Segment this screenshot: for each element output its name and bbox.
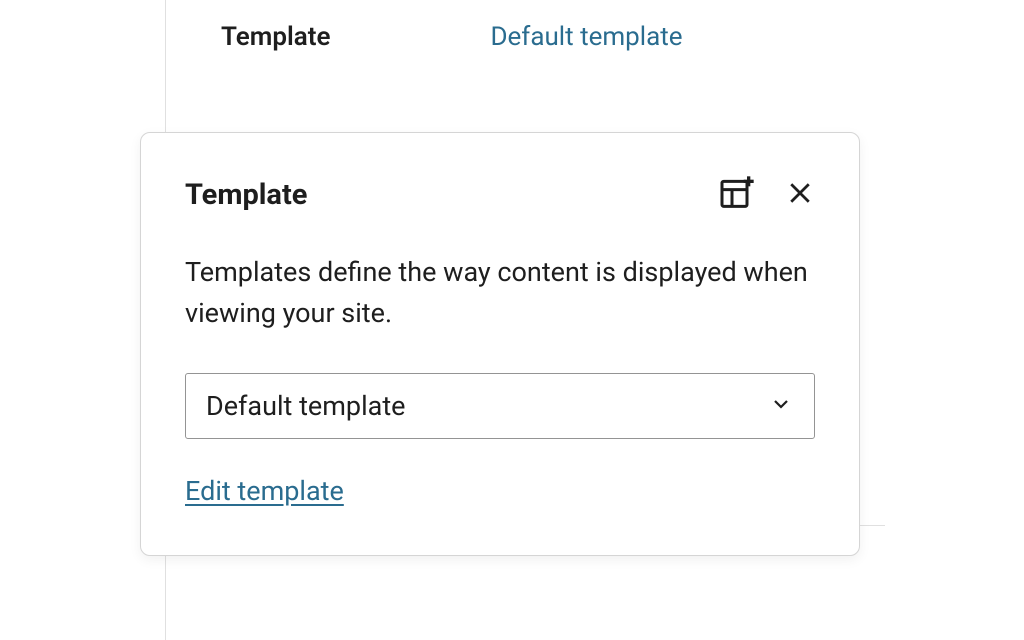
template-row[interactable]: Template Default template [166, 0, 885, 74]
close-icon [785, 178, 815, 211]
template-select-wrapper: Default template [185, 373, 815, 439]
template-row-label: Template [221, 22, 330, 52]
close-button[interactable] [785, 178, 815, 211]
popover-header-actions [717, 173, 815, 216]
template-row-value: Default template [490, 22, 682, 52]
popover-title: Template [185, 178, 307, 212]
new-template-button[interactable] [717, 173, 757, 216]
add-template-icon [717, 173, 757, 216]
popover-header: Template [185, 173, 815, 216]
template-popover: Template [140, 132, 860, 556]
edit-template-link[interactable]: Edit template [185, 475, 344, 507]
template-select-value: Default template [206, 390, 405, 422]
popover-description: Templates define the way content is disp… [185, 252, 815, 333]
template-select[interactable]: Default template [185, 373, 815, 439]
